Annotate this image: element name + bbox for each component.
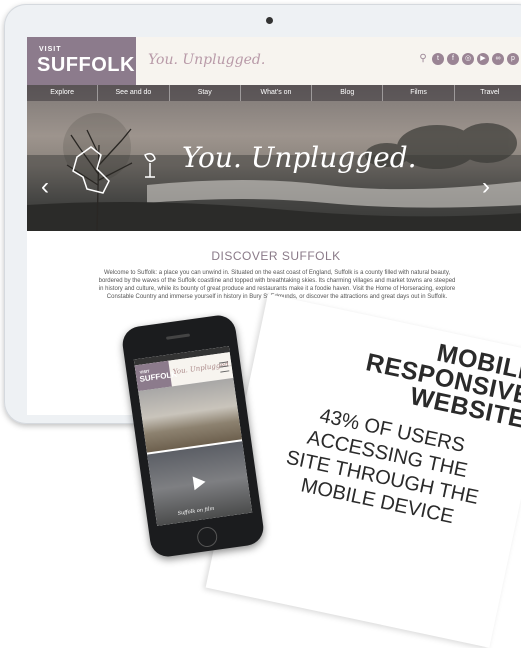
nav-item-blog[interactable]: Blog bbox=[312, 85, 384, 101]
phone-speaker bbox=[165, 333, 191, 340]
hero-title: You. Unplugged. bbox=[182, 141, 417, 174]
site-logo[interactable]: VISIT SUFFOLK bbox=[27, 37, 136, 85]
main-nav: Explore See and do Stay What's on Blog F… bbox=[27, 85, 521, 101]
twitter-icon[interactable]: t bbox=[432, 53, 444, 65]
logo-visit-text: VISIT bbox=[39, 46, 62, 53]
nav-item-stay[interactable]: Stay bbox=[170, 85, 241, 101]
site-header: VISIT SUFFOLK You. Unplugged. ⚲ t f ◎ ▶ … bbox=[27, 37, 521, 85]
tripadvisor-icon[interactable]: ∞ bbox=[492, 53, 504, 65]
nav-item-see-and-do[interactable]: See and do bbox=[98, 85, 170, 101]
instagram-icon[interactable]: ◎ bbox=[462, 53, 474, 65]
hero-banner: You. Unplugged. ‹ › bbox=[27, 85, 521, 231]
header-tagline: You. Unplugged. bbox=[148, 52, 266, 68]
play-icon[interactable] bbox=[192, 474, 207, 491]
nav-item-explore[interactable]: Explore bbox=[27, 85, 99, 101]
camera-dot bbox=[266, 17, 273, 24]
search-icon[interactable]: ⚲ bbox=[417, 53, 429, 65]
logo-suffolk-text: SUFFOLK bbox=[37, 54, 135, 76]
hamburger-menu-icon[interactable] bbox=[219, 361, 230, 373]
social-icons: ⚲ t f ◎ ▶ ∞ p bbox=[417, 53, 519, 65]
phone-home-button bbox=[195, 525, 219, 549]
pinterest-icon[interactable]: p bbox=[507, 53, 519, 65]
youtube-icon[interactable]: ▶ bbox=[477, 53, 489, 65]
facebook-icon[interactable]: f bbox=[447, 53, 459, 65]
carousel-prev-button[interactable]: ‹ bbox=[41, 173, 49, 201]
carousel-next-button[interactable]: › bbox=[482, 173, 490, 201]
nav-item-whats-on[interactable]: What's on bbox=[241, 85, 313, 101]
section-heading: DISCOVER SUFFOLK bbox=[211, 249, 341, 263]
nav-item-travel[interactable]: Travel bbox=[455, 85, 521, 101]
phone-screen: VISIT SUFFOLK You. Unplugged. Suffolk on… bbox=[133, 346, 253, 526]
tagline-bar: You. Unplugged. ⚲ t f ◎ ▶ ∞ p bbox=[136, 37, 521, 85]
phone-hero-image bbox=[138, 377, 242, 453]
nav-item-films[interactable]: Films bbox=[383, 85, 455, 101]
